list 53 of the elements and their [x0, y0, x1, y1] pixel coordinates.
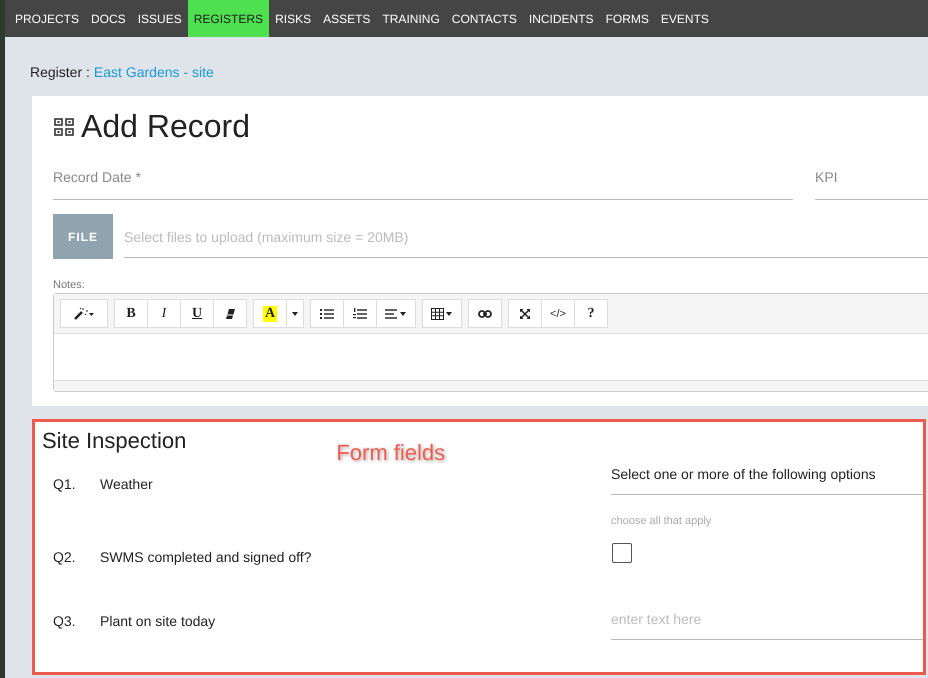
bold-button[interactable]: B [114, 299, 148, 328]
question-label: Plant on site today [100, 613, 216, 631]
bullets-button[interactable] [310, 299, 344, 328]
bullet-list-icon [320, 308, 334, 320]
numbers-button[interactable] [343, 299, 377, 328]
nav-tab[interactable]: RISKS [269, 0, 318, 37]
eraser-button[interactable] [213, 299, 247, 328]
annotation-label: Form fields [336, 440, 446, 466]
question-number: Q2. [53, 549, 77, 565]
code-button[interactable]: </> [541, 299, 575, 328]
link-button[interactable] [468, 299, 502, 328]
table-button[interactable] [422, 299, 462, 328]
underline-button[interactable]: U [180, 299, 214, 328]
question-label: SWMS completed and signed off? [100, 549, 312, 565]
align-icon [385, 308, 407, 320]
notes-label: Notes: [53, 279, 86, 291]
input-field[interactable]: Record Date * [53, 165, 793, 200]
fullscreen-icon [519, 308, 531, 320]
link-icon [478, 308, 492, 318]
nav-tab[interactable]: INCIDENTS [522, 0, 600, 37]
nav-tab[interactable]: PROJECTS [9, 0, 86, 37]
table-icon [431, 308, 453, 320]
section-title: Site Inspection [42, 428, 186, 454]
magic-wand-icon [73, 306, 95, 320]
align-button[interactable] [376, 299, 416, 328]
qr-code-icon [53, 116, 75, 136]
question-label: Weather [100, 476, 153, 494]
rich-text-editor[interactable]: B I U A </> ? [53, 293, 928, 392]
nav-tab[interactable]: ASSETS [317, 0, 376, 37]
nav-tab[interactable]: EVENTS [654, 0, 715, 37]
checkbox[interactable] [612, 543, 632, 563]
fullscreen-button[interactable] [508, 299, 542, 328]
highlight-button[interactable]: A [253, 299, 287, 328]
question-number: Q3. [53, 613, 77, 631]
breadcrumb-label: Register : [30, 64, 90, 82]
nav-tab[interactable]: CONTACTS [446, 0, 523, 37]
nav-tab[interactable]: TRAINING [376, 0, 446, 37]
page-title: Add Record [81, 108, 250, 145]
field-hint: choose all that apply [611, 515, 712, 527]
caret-button[interactable] [286, 299, 304, 328]
nav-tab[interactable]: DOCS [85, 0, 132, 37]
eraser-icon [224, 308, 236, 320]
nav-tab[interactable]: REGISTERS [188, 0, 270, 37]
italic-button[interactable]: I [147, 299, 181, 328]
nav-tab[interactable]: ISSUES [132, 0, 188, 37]
input-field[interactable]: KPI [815, 165, 928, 200]
question-number: Q1. [53, 476, 77, 494]
numbered-list-icon [353, 308, 367, 320]
nav-tab[interactable]: FORMS [600, 0, 655, 37]
caret-icon [291, 310, 299, 318]
help-button[interactable]: ? [574, 299, 608, 328]
magic-button[interactable] [60, 299, 108, 328]
multi-select-field[interactable]: Select one or more of the following options [611, 466, 923, 495]
